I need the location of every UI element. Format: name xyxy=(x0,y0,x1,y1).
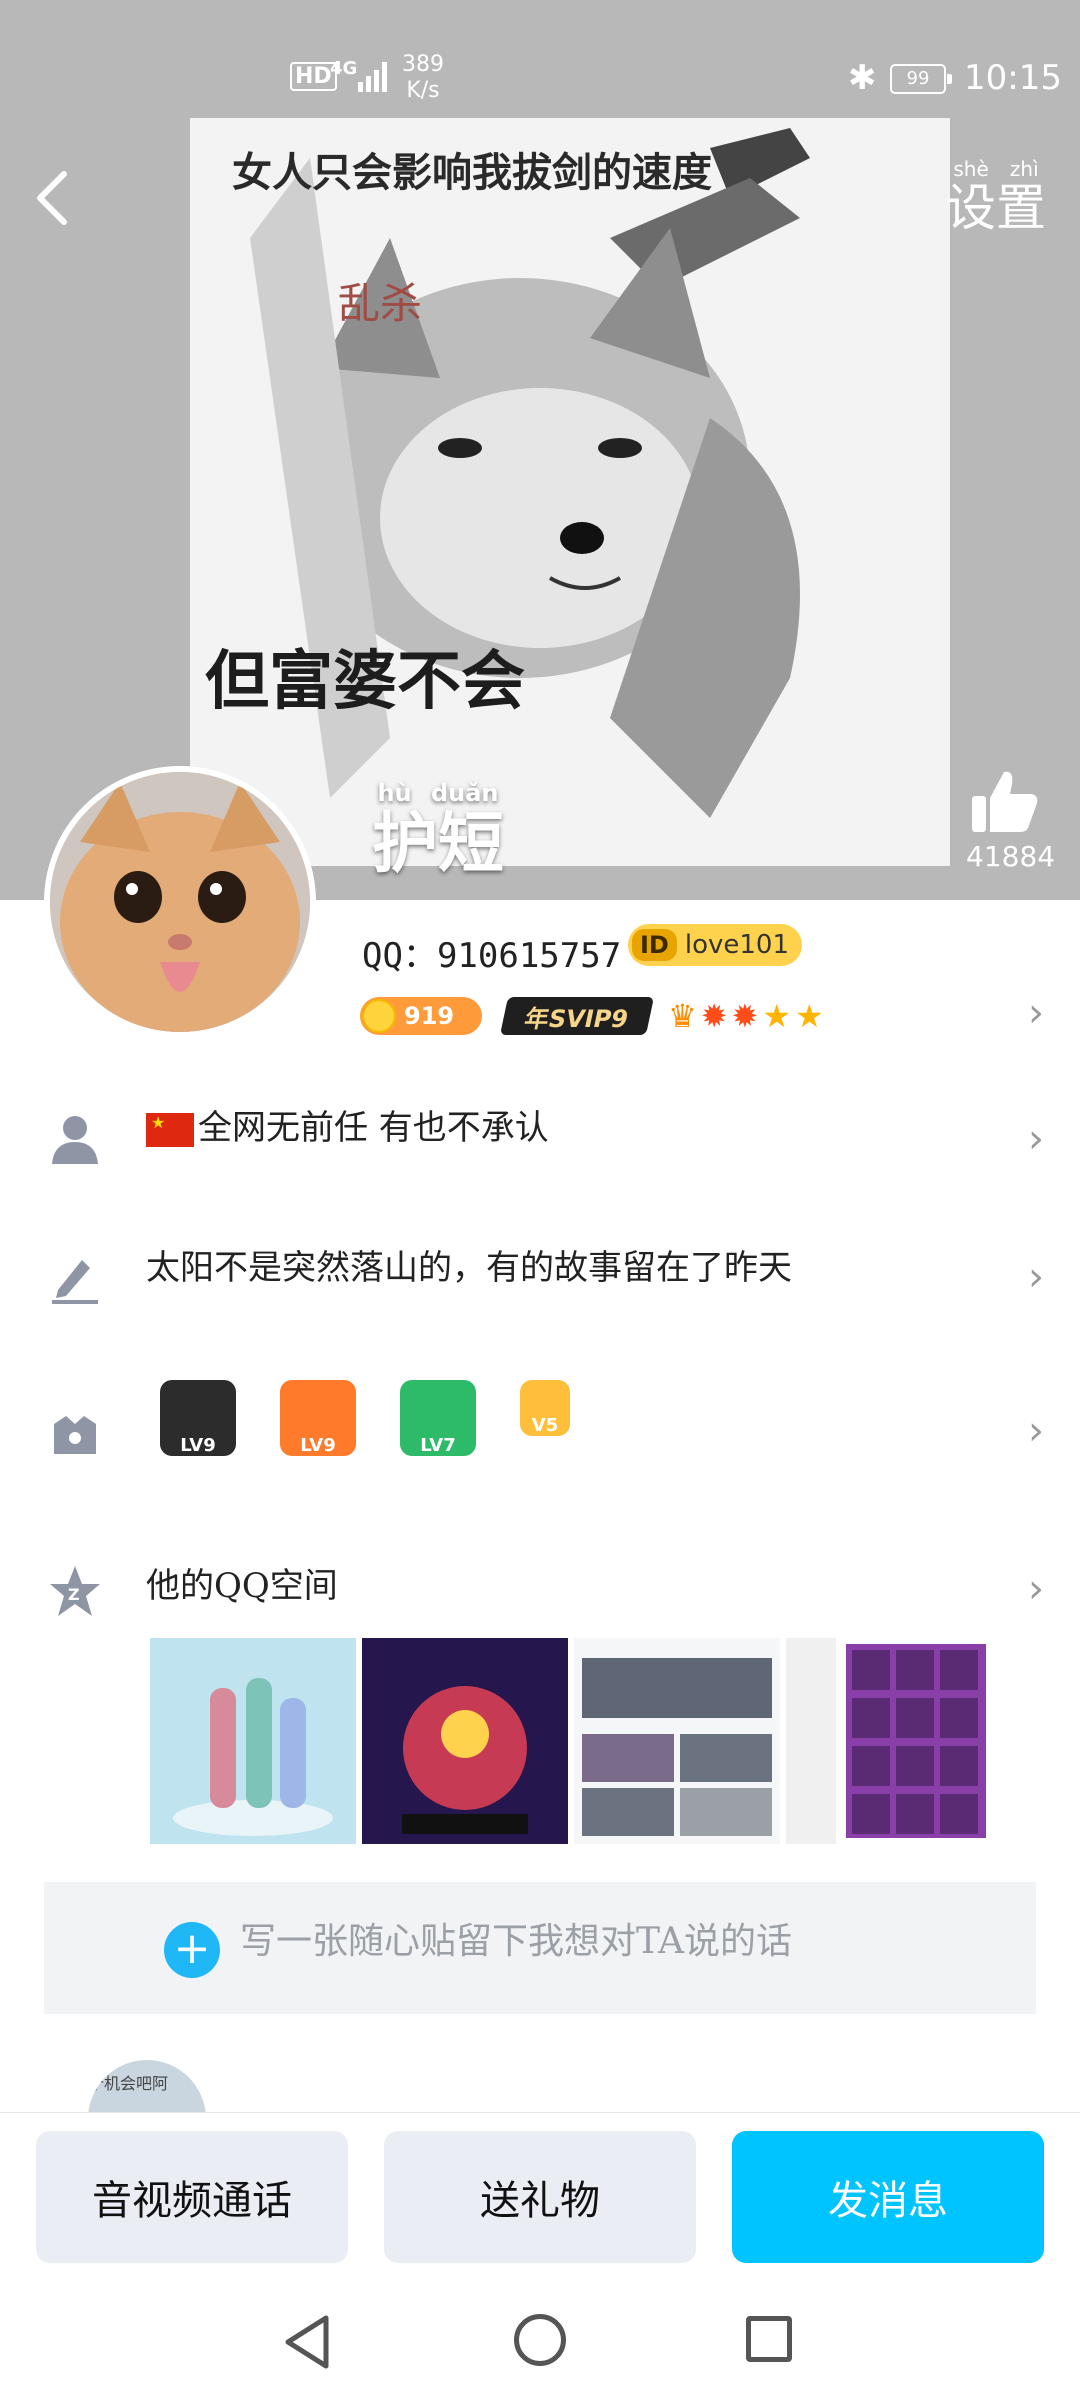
shield-icon xyxy=(54,1416,96,1454)
qq-level-icons: ♛ ✹ ✹ ★ ★ xyxy=(668,997,824,1035)
signature-tag[interactable]: 全网无前任 有也不承认 xyxy=(146,1100,549,1149)
settings-button[interactable]: 设置shè zhì xyxy=(946,157,1046,240)
sun-icon: ✹ xyxy=(731,997,759,1035)
badge-level: LV9 xyxy=(300,1435,336,1456)
cat-avatar-image xyxy=(50,772,310,1032)
game-badges[interactable]: LV9 LV9 LV7 V5 xyxy=(160,1380,570,1456)
qzone-photo[interactable] xyxy=(150,1638,356,1844)
star-icon: ★ xyxy=(762,997,791,1035)
chevron-right-icon[interactable]: › xyxy=(1028,1116,1044,1162)
nav-back-icon[interactable] xyxy=(282,2314,332,2370)
like-count: 41884 xyxy=(966,840,1056,873)
like-icon[interactable] xyxy=(970,768,1040,834)
coin-level: 919 xyxy=(404,1002,455,1030)
id-tag-text: love101 xyxy=(684,930,789,960)
star-icon: ★ xyxy=(795,997,824,1035)
nickname: 护短hù duǎn xyxy=(372,779,504,886)
profile-cover[interactable]: 女人只会影响我拔剑的速度 乱杀 但富婆不会 HD 4G 389 K/s ✱ 99… xyxy=(0,0,1080,900)
nickname-pinyin-1: hù xyxy=(372,779,412,807)
dog-illustration xyxy=(250,128,810,818)
nickname-text: 护短 xyxy=(372,804,504,882)
penguin-badge: LV9 xyxy=(160,1380,236,1456)
speed-value: 389 xyxy=(402,52,444,77)
sticky-note-placeholder: 写一张随心贴留下我想对TA说的话 xyxy=(240,1921,793,1962)
coin-badge: 919 xyxy=(360,997,482,1035)
person-icon xyxy=(52,1116,98,1164)
svg-text:Z: Z xyxy=(68,1585,80,1604)
nav-recent-icon[interactable] xyxy=(746,2316,792,2362)
send-message-button[interactable]: 发消息 xyxy=(732,2131,1044,2263)
china-flag-icon xyxy=(146,1113,194,1147)
bluetooth-icon: ✱ xyxy=(848,58,877,98)
plus-icon[interactable]: + xyxy=(164,1922,220,1978)
settings-label: 设置 xyxy=(946,179,1046,237)
settings-pinyin: shè zhì xyxy=(946,157,1046,181)
crown-icon: ♛ xyxy=(668,997,697,1035)
badges-row[interactable]: 919 年SVIP9 ♛ ✹ ✹ ★ ★ xyxy=(360,994,824,1038)
chevron-right-icon[interactable]: › xyxy=(1028,1408,1044,1454)
id-icon: ID xyxy=(632,929,677,961)
badge-level: LV9 xyxy=(180,1435,216,1456)
settings-pinyin-1: shè xyxy=(946,157,989,181)
badge-level: V5 xyxy=(531,1415,559,1436)
id-tag[interactable]: ID love101 xyxy=(628,924,802,966)
nickname-pinyin-2: duǎn xyxy=(430,779,504,807)
send-gift-button[interactable]: 送礼物 xyxy=(384,2131,696,2263)
network-type: 4G xyxy=(330,58,358,79)
battery-icon: 99 xyxy=(890,64,952,94)
cover-caption-bottom: 但富婆不会 xyxy=(205,645,525,719)
nav-home-icon[interactable] xyxy=(514,2314,566,2366)
badge-level: LV7 xyxy=(420,1435,456,1456)
system-navbar xyxy=(0,2284,1080,2400)
sun-icon: ✹ xyxy=(700,997,728,1035)
avatar[interactable] xyxy=(44,766,316,1038)
qq-number-value: 910615757 xyxy=(436,936,622,976)
qzone-photo[interactable] xyxy=(362,1638,568,1844)
lightning-badge: LV9 xyxy=(280,1380,356,1456)
cover-caption-top: 女人只会影响我拔剑的速度 xyxy=(232,150,712,196)
v-badge: V5 xyxy=(520,1380,570,1436)
settings-pinyin-2: zhì xyxy=(1009,157,1046,181)
chevron-right-icon[interactable]: › xyxy=(1028,1566,1044,1612)
signature-tag-text: 全网无前任 有也不承认 xyxy=(198,1108,549,1148)
cover-caption-red: 乱杀 xyxy=(338,279,423,328)
diamond-badge: LV7 xyxy=(400,1380,476,1456)
visitor-avatar-text: 个机会吧阿 xyxy=(88,2074,169,2093)
back-icon[interactable] xyxy=(28,168,78,228)
sticky-note-input[interactable]: + 写一张随心贴留下我想对TA说的话 xyxy=(44,1882,1036,2014)
chevron-right-icon[interactable]: › xyxy=(1028,1254,1044,1300)
chevron-right-icon[interactable]: › xyxy=(1028,990,1044,1036)
coin-icon xyxy=(362,999,396,1033)
qq-label: QQ： xyxy=(362,936,437,976)
clock: 10:15 xyxy=(964,58,1062,98)
speed-unit: K/s xyxy=(406,78,440,103)
edit-icon xyxy=(52,1260,98,1304)
qq-number: QQ：910615757 xyxy=(362,928,621,977)
qzone-photos[interactable] xyxy=(150,1638,992,1844)
signal-icon xyxy=(358,62,387,92)
qzone-label[interactable]: 他的QQ空间 xyxy=(146,1558,338,1607)
network-speed: 389 K/s xyxy=(402,52,444,104)
video-call-button[interactable]: 音视频通话 xyxy=(36,2131,348,2263)
qzone-icon: Z xyxy=(50,1566,100,1616)
status-bar: HD 4G 389 K/s ✱ 99 10:15 xyxy=(0,0,1080,120)
qzone-photo[interactable] xyxy=(786,1638,992,1844)
status-text[interactable]: 太阳不是突然落山的，有的故事留在了昨天 xyxy=(146,1240,792,1289)
svip-badge: 年SVIP9 xyxy=(499,997,655,1035)
action-bar: 音视频通话 送礼物 发消息 xyxy=(0,2112,1080,2285)
nickname-pinyin: hù duǎn xyxy=(372,779,504,807)
qzone-photo[interactable] xyxy=(574,1638,780,1844)
